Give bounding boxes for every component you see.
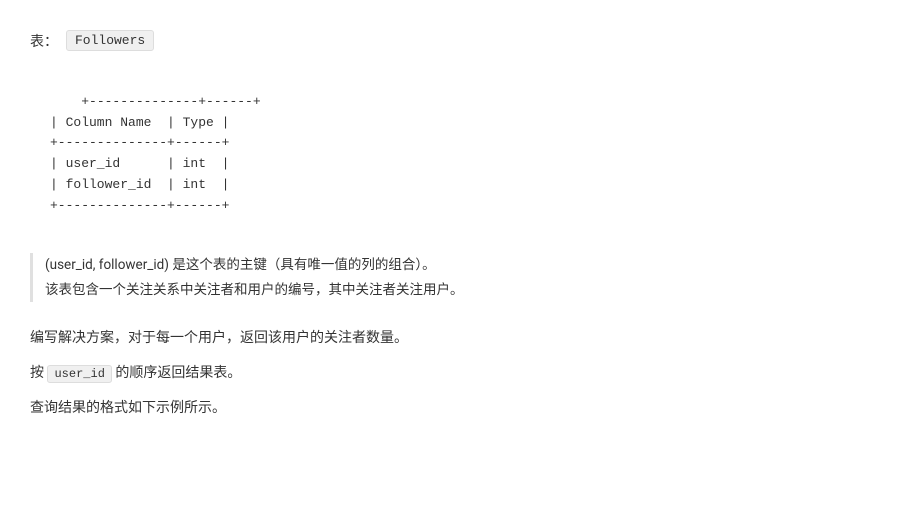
table-label-row: 表： Followers (30, 30, 884, 51)
table-label-prefix: 表： (30, 31, 58, 51)
order-prefix: 按 (30, 365, 47, 381)
description-line1: (user_id, follower_id) 是这个表的主键（具有唯一值的列的组… (45, 253, 884, 277)
schema-row-user-id: | user_id | int | (50, 156, 229, 171)
schema-row-follower-id: | follower_id | int | (50, 177, 229, 192)
task-section: 编写解决方案，对于每一个用户，返回该用户的关注者数量。 按 user_id 的顺… (30, 326, 884, 422)
schema-border-mid: +--------------+------+ (50, 135, 229, 150)
order-field-code: user_id (47, 365, 111, 383)
description-line2: 该表包含一个关注关系中关注者和用户的编号，其中关注者关注用户。 (45, 278, 884, 302)
table-name-badge: Followers (66, 30, 154, 51)
schema-table: +--------------+------+ | Column Name | … (50, 71, 884, 237)
table-description: (user_id, follower_id) 是这个表的主键（具有唯一值的列的组… (30, 253, 884, 302)
task-order-line: 按 user_id 的顺序返回结果表。 (30, 361, 884, 386)
order-suffix: 的顺序返回结果表。 (112, 365, 241, 381)
task-instruction: 编写解决方案，对于每一个用户，返回该用户的关注者数量。 (30, 326, 884, 351)
schema-border-bot: +--------------+------+ (50, 198, 229, 213)
task-format-note: 查询结果的格式如下示例所示。 (30, 396, 884, 421)
schema-header: | Column Name | Type | (50, 115, 229, 130)
schema-border-top: +--------------+------+ (81, 94, 260, 109)
